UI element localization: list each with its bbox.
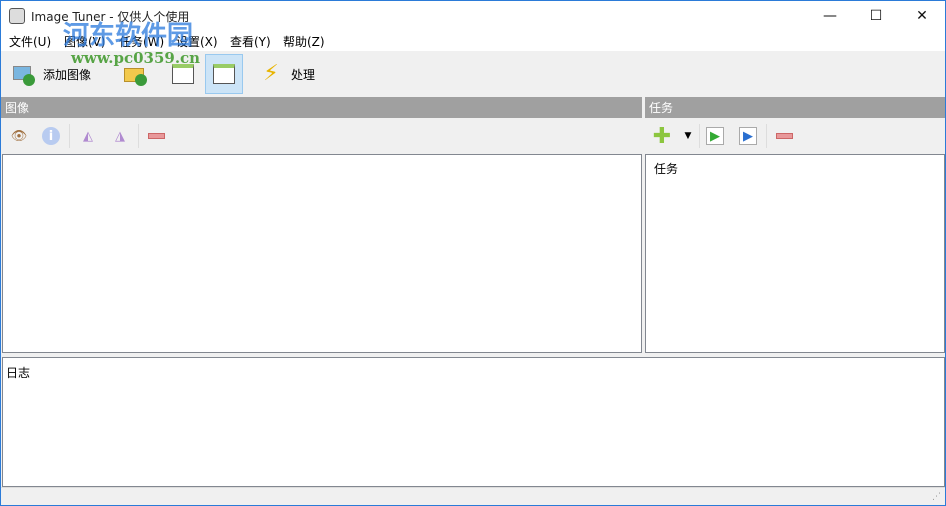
import-task-icon[interactable]: ▶ [706,127,724,145]
export-task-icon[interactable]: ▶ [739,127,757,145]
remove-task-icon[interactable] [776,133,793,139]
add-task-icon[interactable]: ✚ [653,124,671,149]
tasks-panel-header: 任务 [645,97,945,118]
thumbnail-view-button[interactable] [205,54,243,94]
process-label: 处理 [291,67,316,82]
menu-view[interactable]: 查看(Y) [230,33,271,50]
lightning-icon: ⚡ [263,61,279,86]
maximize-button[interactable]: ☐ [853,1,899,31]
images-list[interactable] [2,154,642,353]
tasks-list[interactable]: 任务 [645,154,945,353]
status-bar: ⋰ [1,487,945,505]
log-label: 日志 [6,366,31,380]
remove-image-icon[interactable] [148,133,165,139]
separator [69,124,70,148]
separator [138,124,139,148]
rotate-right-icon[interactable]: ◮ [111,127,129,145]
images-toolbar [1,118,642,153]
minimize-button[interactable]: — [807,1,853,31]
add-images-label: 添加图像 [43,67,92,82]
info-icon[interactable]: i [42,127,60,145]
separator [766,124,767,148]
preview-eye-icon[interactable]: 👁 [10,127,28,145]
add-image-icon [11,62,35,86]
menu-file[interactable]: 文件(U) [9,33,51,50]
menu-help[interactable]: 帮助(Z) [283,33,325,50]
rotate-left-icon[interactable]: ◭ [79,127,97,145]
resize-grip-icon[interactable]: ⋰ [932,492,941,502]
tasks-list-header: 任务 [654,162,679,176]
app-icon [9,8,25,24]
thumbnail-view-icon [212,62,236,86]
process-button[interactable]: ⚡ 处理 [253,54,321,94]
close-button[interactable]: ✕ [899,1,945,31]
watermark-text: 河东软件园 [63,21,194,51]
separator [699,124,700,148]
images-panel-header: 图像 [1,97,642,118]
log-panel[interactable]: 日志 [2,357,945,487]
watermark-url: www.pc0359.cn [71,49,201,67]
add-task-dropdown-icon[interactable]: ▼ [679,127,697,145]
